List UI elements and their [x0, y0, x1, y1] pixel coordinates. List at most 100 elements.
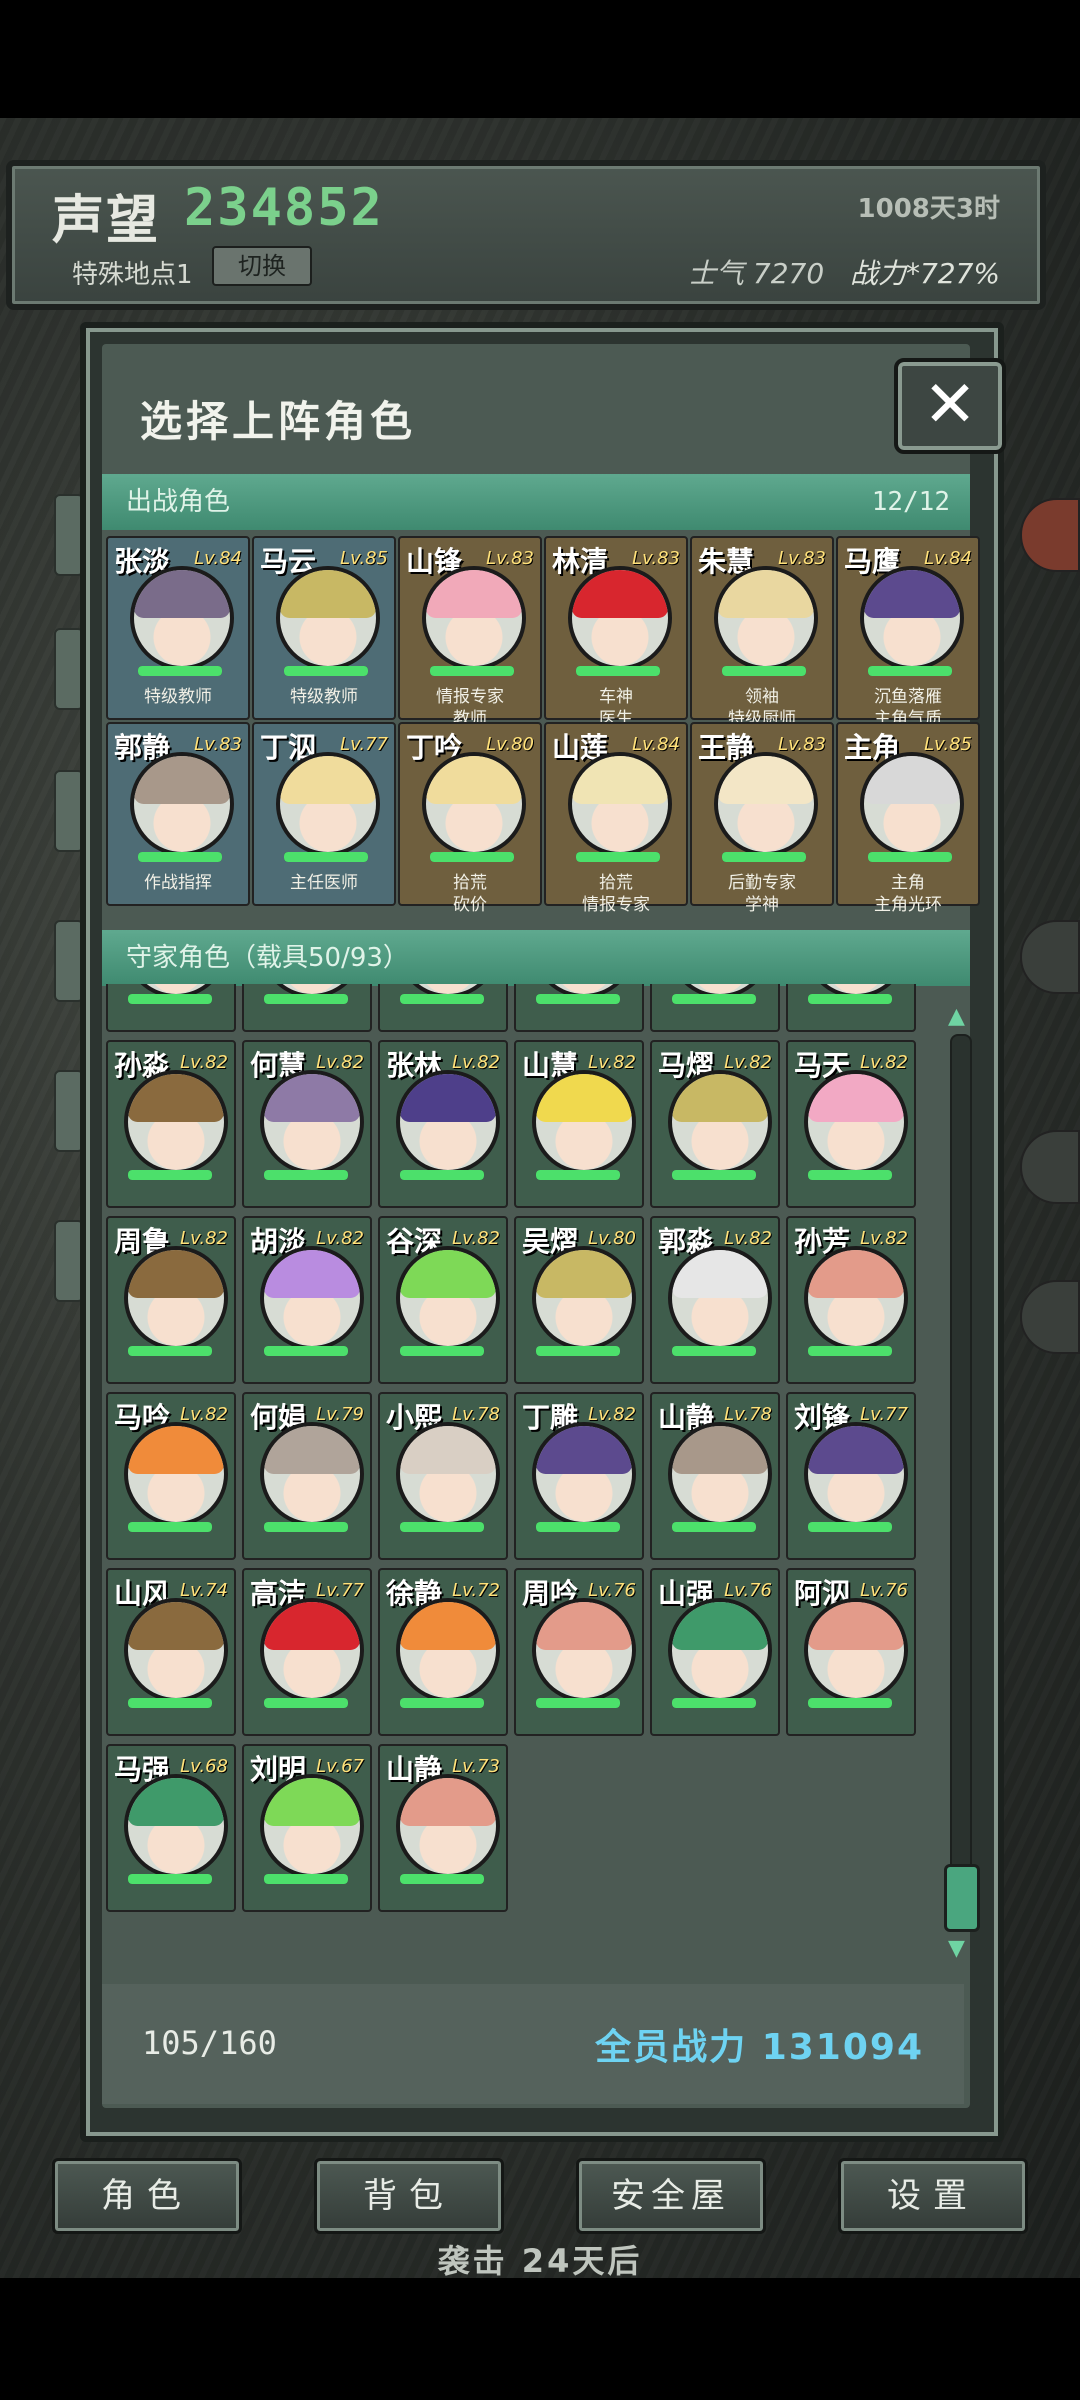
home-card[interactable]: 吴熠 Lv.80 — [514, 1216, 644, 1384]
home-card[interactable] — [378, 984, 508, 1032]
portrait-hair — [280, 570, 376, 618]
home-card[interactable]: 马强 Lv.68 — [106, 1744, 236, 1912]
character-portrait — [124, 1598, 228, 1702]
health-bar — [400, 1698, 484, 1708]
character-level: Lv.82 — [452, 1052, 500, 1073]
health-bar — [430, 852, 514, 862]
home-card[interactable] — [242, 984, 372, 1032]
nav-settings-button[interactable]: 设置 — [838, 2158, 1028, 2234]
home-card[interactable]: 马天 Lv.82 — [786, 1040, 916, 1208]
health-bar — [808, 1170, 892, 1180]
character-portrait — [124, 1774, 228, 1878]
character-portrait — [396, 1246, 500, 1350]
home-card[interactable]: 周鲁 Lv.82 — [106, 1216, 236, 1384]
character-level: Lv.82 — [180, 1228, 228, 1249]
health-bar — [576, 852, 660, 862]
home-card[interactable]: 山慧 Lv.82 — [514, 1040, 644, 1208]
deployed-card[interactable]: 山莲 Lv.84 拾荒 情报专家 — [544, 722, 688, 915]
deployed-card[interactable]: 主角 Lv.85 主角 主角光环 — [836, 722, 980, 915]
scroll-track[interactable] — [950, 1034, 972, 1928]
character-portrait — [804, 1598, 908, 1702]
scroll-thumb[interactable] — [944, 1864, 980, 1932]
switch-location-button[interactable]: 切换 — [212, 246, 312, 286]
scroll-down-icon[interactable]: ▼ — [948, 1936, 965, 1961]
home-card[interactable] — [786, 984, 916, 1032]
home-card[interactable] — [650, 984, 780, 1032]
deployed-card[interactable]: 丁泅 Lv.77 主任医师 — [252, 722, 396, 906]
deployed-card[interactable]: 马鹰 Lv.84 沉鱼落雁 主角气质 — [836, 536, 980, 729]
home-card[interactable] — [106, 984, 236, 1032]
home-card[interactable]: 山静 Lv.78 — [650, 1392, 780, 1560]
character-portrait — [260, 1774, 364, 1878]
reputation-value: 234852 — [184, 178, 384, 238]
home-card[interactable]: 马吟 Lv.82 — [106, 1392, 236, 1560]
home-card[interactable]: 刘锋 Lv.77 — [786, 1392, 916, 1560]
home-card[interactable]: 徐静 Lv.72 — [378, 1568, 508, 1736]
character-portrait — [714, 566, 818, 670]
home-card[interactable]: 孙芳 Lv.82 — [786, 1216, 916, 1384]
home-card[interactable]: 张林 Lv.82 — [378, 1040, 508, 1208]
home-card[interactable]: 何娟 Lv.79 — [242, 1392, 372, 1560]
character-portrait — [804, 1070, 908, 1174]
deployed-card[interactable]: 王静 Lv.83 后勤专家 学神 — [690, 722, 834, 915]
character-level: Lv.84 — [194, 548, 242, 569]
deployed-card[interactable]: 马云 Lv.85 特级教师 — [252, 536, 396, 720]
portrait-hair — [718, 756, 814, 804]
character-level: Lv.84 — [632, 734, 680, 755]
character-level: Lv.82 — [588, 1404, 636, 1425]
home-card[interactable]: 谷深 Lv.82 — [378, 1216, 508, 1384]
nav-characters-button[interactable]: 角色 — [52, 2158, 242, 2234]
health-bar — [868, 666, 952, 676]
home-card[interactable]: 山强 Lv.76 — [650, 1568, 780, 1736]
nav-backpack-button[interactable]: 背包 — [314, 2158, 504, 2234]
close-button[interactable]: ✕ — [894, 358, 1006, 454]
health-bar — [672, 994, 756, 1004]
deployed-card[interactable]: 张淡 Lv.84 特级教师 — [106, 536, 250, 720]
home-card[interactable] — [514, 984, 644, 1032]
home-card[interactable]: 小熙 Lv.78 — [378, 1392, 508, 1560]
character-portrait — [568, 752, 672, 856]
character-level: Lv.83 — [778, 548, 826, 569]
home-card[interactable]: 周吟 Lv.76 — [514, 1568, 644, 1736]
character-level: Lv.79 — [316, 1404, 364, 1425]
health-bar — [264, 1346, 348, 1356]
health-bar — [138, 666, 222, 676]
home-card[interactable]: 孙淼 Lv.82 — [106, 1040, 236, 1208]
home-card[interactable]: 刘明 Lv.67 — [242, 1744, 372, 1912]
character-trait: 作战指挥 — [144, 873, 212, 893]
home-grid[interactable]: 孙淼 Lv.82 何慧 Lv.82 张林 Lv.82 山慧 Lv.82 马熠 Lv.82 马天 Lv.… — [106, 984, 968, 1984]
home-card[interactable]: 何慧 Lv.82 — [242, 1040, 372, 1208]
dialog-title: 选择上阵角色 — [140, 397, 417, 446]
health-bar — [128, 994, 212, 1004]
home-card[interactable]: 郭淼 Lv.82 — [650, 1216, 780, 1384]
character-level: Lv.82 — [724, 1228, 772, 1249]
character-portrait — [276, 566, 380, 670]
home-card[interactable]: 马熠 Lv.82 — [650, 1040, 780, 1208]
scroll-up-icon[interactable]: ▲ — [948, 1004, 965, 1029]
deployed-card[interactable]: 林清 Lv.83 车神 医生 — [544, 536, 688, 729]
portrait-hair — [672, 1250, 768, 1298]
nav-safehouse-button[interactable]: 安全屋 — [576, 2158, 766, 2234]
character-level: Lv.77 — [316, 1580, 364, 1601]
power-multiplier: 战力*727% — [849, 257, 1000, 290]
deployed-card[interactable]: 丁吟 Lv.80 拾荒 砍价 — [398, 722, 542, 915]
health-bar — [868, 852, 952, 862]
deployed-card[interactable]: 山锋 Lv.83 情报专家 教师 — [398, 536, 542, 729]
home-card[interactable]: 高洁 Lv.77 — [242, 1568, 372, 1736]
portrait-hair — [134, 570, 230, 618]
character-level: Lv.77 — [860, 1404, 908, 1425]
scrollbar[interactable]: ▲ ▼ — [944, 1004, 980, 1964]
home-card[interactable]: 山风 Lv.74 — [106, 1568, 236, 1736]
character-portrait — [804, 1422, 908, 1526]
health-bar — [128, 1874, 212, 1884]
health-bar — [672, 1346, 756, 1356]
home-card[interactable]: 胡淡 Lv.82 — [242, 1216, 372, 1384]
deployed-card[interactable]: 郭静 Lv.83 作战指挥 — [106, 722, 250, 906]
home-card[interactable]: 阿泅 Lv.76 — [786, 1568, 916, 1736]
character-portrait — [260, 1246, 364, 1350]
home-card[interactable]: 丁雕 Lv.82 — [514, 1392, 644, 1560]
deployed-section-header: 出战角色 12/12 — [102, 474, 970, 530]
home-card[interactable]: 山静 Lv.73 — [378, 1744, 508, 1912]
portrait-hair — [572, 756, 668, 804]
deployed-card[interactable]: 朱慧 Lv.83 领袖 特级厨师 — [690, 536, 834, 729]
